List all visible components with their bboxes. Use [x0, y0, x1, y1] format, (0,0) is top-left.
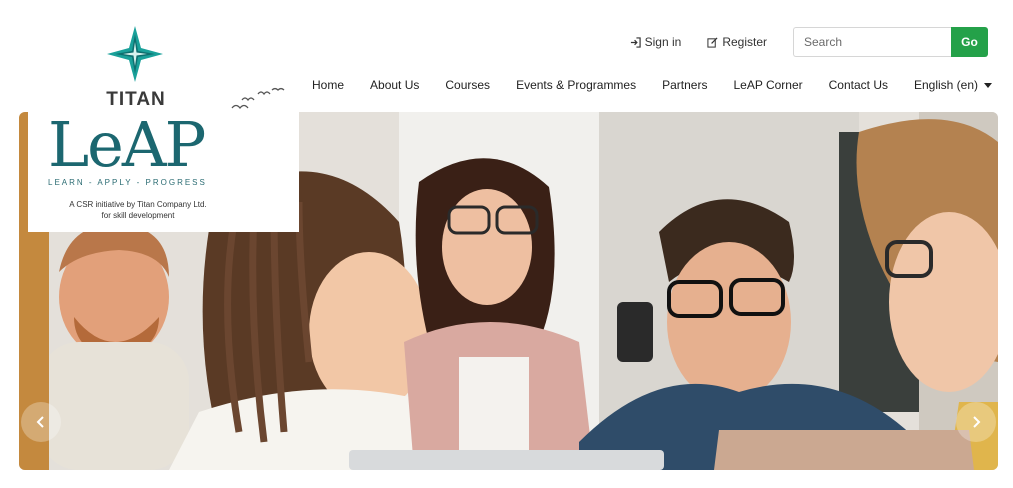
- page: TITAN LeAP LEARN - APPLY - PROGRESS A CS…: [0, 0, 1013, 488]
- search-input[interactable]: [793, 27, 951, 57]
- csr-note: A CSR initiative by Titan Company Ltd. f…: [40, 199, 236, 221]
- register-label: Register: [722, 35, 767, 49]
- nav-partners[interactable]: Partners: [662, 78, 707, 92]
- nav-home[interactable]: Home: [312, 78, 344, 92]
- csr-line-2: for skill development: [101, 211, 175, 220]
- language-label: English (en): [913, 78, 979, 92]
- carousel-next-button[interactable]: [956, 402, 996, 442]
- utility-bar: Sign in Register Go: [630, 27, 988, 57]
- nav-events-programmes[interactable]: Events & Programmes: [516, 78, 636, 92]
- sign-in-label: Sign in: [644, 35, 682, 49]
- leap-wordmark: LeAP: [48, 108, 206, 181]
- main-nav: Home About Us Courses Events & Programme…: [312, 76, 993, 94]
- nav-contact-us[interactable]: Contact Us: [829, 78, 888, 92]
- sign-in-link[interactable]: Sign in: [630, 35, 682, 49]
- birds-icon: [231, 87, 285, 110]
- register-link[interactable]: Register: [707, 35, 767, 49]
- language-selector[interactable]: English (en): [913, 78, 993, 92]
- logo-tagline: LEARN - APPLY - PROGRESS: [48, 178, 207, 187]
- sign-in-icon: [630, 36, 641, 48]
- nav-about-us[interactable]: About Us: [370, 78, 419, 92]
- carousel-prev-button[interactable]: [21, 402, 61, 442]
- csr-line-1: A CSR initiative by Titan Company Ltd.: [69, 200, 207, 209]
- titan-star-icon: [107, 26, 163, 82]
- nav-leap-corner[interactable]: LeAP Corner: [733, 78, 802, 92]
- nav-courses[interactable]: Courses: [445, 78, 490, 92]
- search-form: Go: [793, 27, 988, 57]
- chevron-down-icon: [984, 82, 993, 88]
- chevron-right-icon: [973, 416, 981, 428]
- chevron-left-icon: [36, 416, 44, 428]
- search-go-button[interactable]: Go: [951, 27, 988, 57]
- edit-icon: [707, 36, 718, 48]
